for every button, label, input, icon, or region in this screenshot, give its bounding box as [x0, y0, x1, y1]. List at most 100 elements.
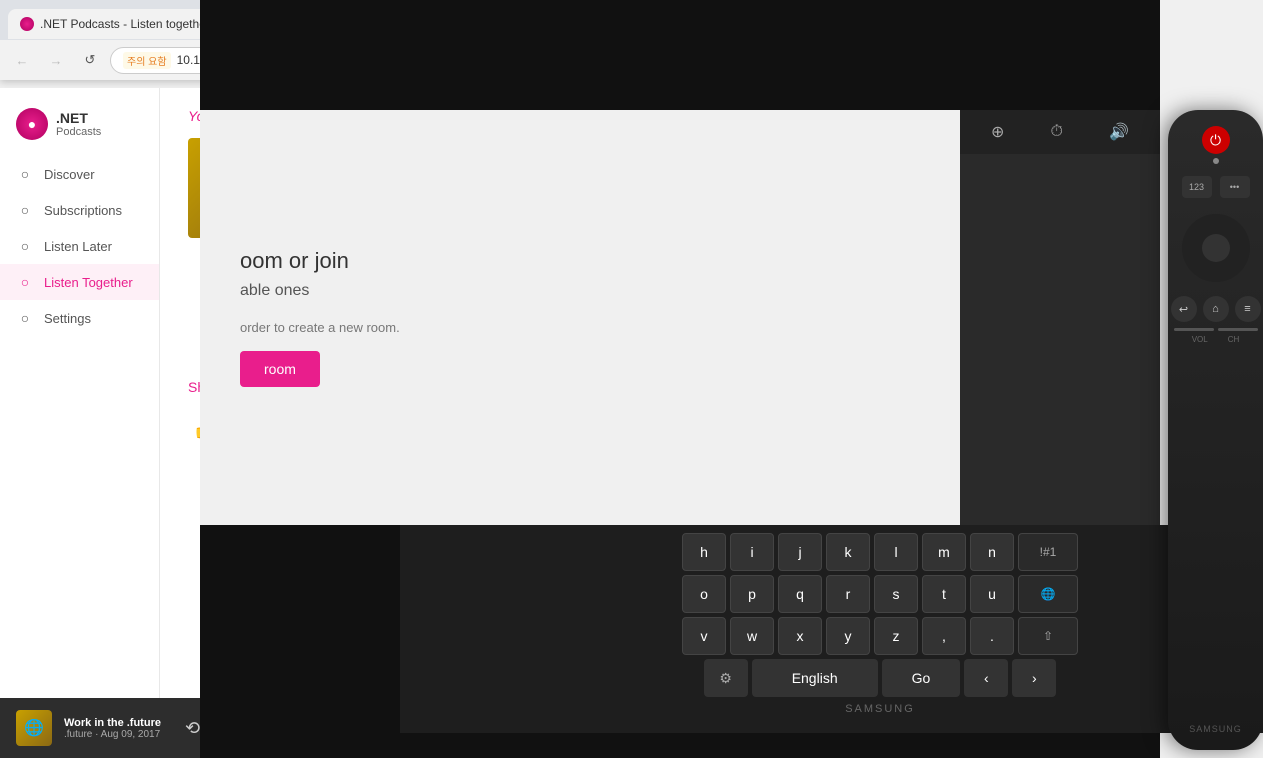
remote-vol-bar — [1174, 328, 1214, 331]
remote-menu-button[interactable]: ≡ — [1235, 296, 1261, 322]
remote-dpad[interactable] — [1182, 214, 1250, 282]
samsung-keyboard-branding: SAMSUNG — [404, 697, 1263, 721]
samsung-remote: ⏻ 123 ••• ↩ ⌂ ≡ VOL CH SAMSUNG — [1168, 110, 1263, 750]
sidebar-item-listen-later[interactable]: ○ Listen Later — [0, 228, 159, 264]
listen-together-icon: ○ — [16, 274, 34, 290]
key-s[interactable]: s — [874, 575, 918, 613]
remote-power-button[interactable]: ⏻ — [1202, 126, 1230, 154]
player-track-meta: .future · Aug 09, 2017 — [64, 729, 161, 740]
sidebar-item-settings[interactable]: ○ Settings — [0, 300, 159, 336]
keyboard-row-2: o p q r s t u 🌐 — [404, 575, 1263, 613]
tab-favicon-icon — [20, 17, 34, 31]
remote-vol-ch-labels: VOL CH — [1192, 335, 1240, 344]
forward-button[interactable]: → — [42, 46, 70, 74]
key-m[interactable]: m — [922, 533, 966, 571]
vol-label: VOL — [1192, 335, 1208, 344]
tv-right-panel: ⊕ ⏱ 🔊 — [960, 110, 1160, 525]
refresh-button[interactable]: ↺ — [76, 46, 104, 74]
remote-mic-indicator — [1213, 158, 1219, 164]
skip-back-button[interactable]: ⟲ — [185, 718, 200, 739]
key-o[interactable]: o — [682, 575, 726, 613]
logo-net: .NET — [56, 110, 101, 126]
remote-vol-row — [1174, 328, 1258, 331]
key-right-arrow[interactable]: › — [1012, 659, 1056, 697]
tv-content-area: oom or join able ones order to create a … — [200, 110, 1160, 525]
keyboard-row-3: v w x y z , . ⇧ — [404, 617, 1263, 655]
key-shift[interactable]: ⇧ — [1018, 617, 1078, 655]
sidebar-item-label-settings: Settings — [44, 311, 91, 326]
keyboard-bottom-row: ⚙ English Go ‹ › — [404, 659, 1263, 697]
key-w[interactable]: w — [730, 617, 774, 655]
logo-text: .NET Podcasts — [56, 110, 101, 138]
sidebar-nav: ○ Discover ○ Subscriptions ○ Listen Late… — [0, 156, 159, 336]
sidebar: ● .NET Podcasts ○ Discover ○ Subscriptio… — [0, 88, 160, 758]
security-warning: 주의 요함 — [123, 52, 171, 69]
tv-right-icons: ⊕ ⏱ 🔊 — [960, 110, 1160, 154]
key-special-chars[interactable]: !#1 — [1018, 533, 1078, 571]
key-z[interactable]: z — [874, 617, 918, 655]
sidebar-item-subscriptions[interactable]: ○ Subscriptions — [0, 192, 159, 228]
sidebar-item-label-listen-later: Listen Later — [44, 239, 112, 254]
key-l[interactable]: l — [874, 533, 918, 571]
remote-123-button[interactable]: 123 — [1182, 176, 1212, 198]
key-k[interactable]: k — [826, 533, 870, 571]
tv-screen: oom or join able ones order to create a … — [200, 110, 1160, 525]
key-y[interactable]: y — [826, 617, 870, 655]
key-p[interactable]: p — [730, 575, 774, 613]
subscriptions-icon: ○ — [16, 202, 34, 218]
key-j[interactable]: j — [778, 533, 822, 571]
listen-later-icon: ○ — [16, 238, 34, 254]
logo-podcasts: Podcasts — [56, 126, 101, 138]
key-globe[interactable]: 🌐 — [1018, 575, 1078, 613]
remote-dots-button[interactable]: ••• — [1220, 176, 1250, 198]
tab-title: .NET Podcasts - Listen together — [40, 17, 210, 31]
key-language[interactable]: English — [752, 659, 878, 697]
sidebar-item-listen-together[interactable]: ○ Listen Together — [0, 264, 159, 300]
tv-join-info: order to create a new room. — [240, 320, 920, 335]
key-left-arrow[interactable]: ‹ — [964, 659, 1008, 697]
sidebar-item-label-subscriptions: Subscriptions — [44, 203, 122, 218]
tv-group-icon[interactable]: ⊕ — [991, 122, 1004, 142]
keyboard-row-1: h i j k l m n !#1 — [404, 533, 1263, 571]
key-u[interactable]: u — [970, 575, 1014, 613]
sidebar-item-label-listen-together: Listen Together — [44, 275, 133, 290]
sidebar-logo: ● .NET Podcasts — [0, 100, 159, 156]
discover-icon: ○ — [16, 166, 34, 182]
tv-join-subtitle: able ones — [240, 282, 920, 300]
key-t[interactable]: t — [922, 575, 966, 613]
key-v[interactable]: v — [682, 617, 726, 655]
key-r[interactable]: r — [826, 575, 870, 613]
remote-btn-row-1: 123 ••• — [1182, 176, 1250, 198]
remote-home-button[interactable]: ⌂ — [1203, 296, 1229, 322]
key-period[interactable]: . — [970, 617, 1014, 655]
remote-back-button[interactable]: ↩ — [1171, 296, 1197, 322]
tv-join-title: oom or join — [240, 248, 920, 274]
ch-label: CH — [1228, 335, 1240, 344]
tv-create-room-button[interactable]: room — [240, 351, 320, 387]
player-track-title: Work in the .future — [64, 717, 161, 729]
key-i[interactable]: i — [730, 533, 774, 571]
key-comma[interactable]: , — [922, 617, 966, 655]
player-thumbnail: 🌐 — [16, 710, 52, 746]
key-go[interactable]: Go — [882, 659, 961, 697]
key-x[interactable]: x — [778, 617, 822, 655]
settings-icon: ○ — [16, 310, 34, 326]
player-track-info: Work in the .future .future · Aug 09, 20… — [64, 717, 161, 740]
remote-dpad-center[interactable] — [1202, 234, 1230, 262]
tv-clock-icon[interactable]: ⏱ — [1051, 123, 1063, 141]
logo-dot: ● — [28, 116, 36, 132]
key-h[interactable]: h — [682, 533, 726, 571]
remote-nav-row: ↩ ⌂ ≡ — [1171, 296, 1261, 322]
logo-icon: ● — [16, 108, 48, 140]
keyboard-overlay: h i j k l m n !#1 o p q r s t u 🌐 v w x … — [400, 525, 1263, 733]
remote-samsung-branding: SAMSUNG — [1189, 724, 1242, 734]
tv-volume-icon[interactable]: 🔊 — [1109, 122, 1129, 142]
remote-ch-bar — [1218, 328, 1258, 331]
key-q[interactable]: q — [778, 575, 822, 613]
key-n[interactable]: n — [970, 533, 1014, 571]
back-button[interactable]: ← — [8, 46, 36, 74]
tv-overlay: oom or join able ones order to create a … — [200, 0, 1160, 758]
key-settings[interactable]: ⚙ — [704, 659, 748, 697]
tv-join-panel: oom or join able ones order to create a … — [200, 110, 960, 525]
sidebar-item-discover[interactable]: ○ Discover — [0, 156, 159, 192]
